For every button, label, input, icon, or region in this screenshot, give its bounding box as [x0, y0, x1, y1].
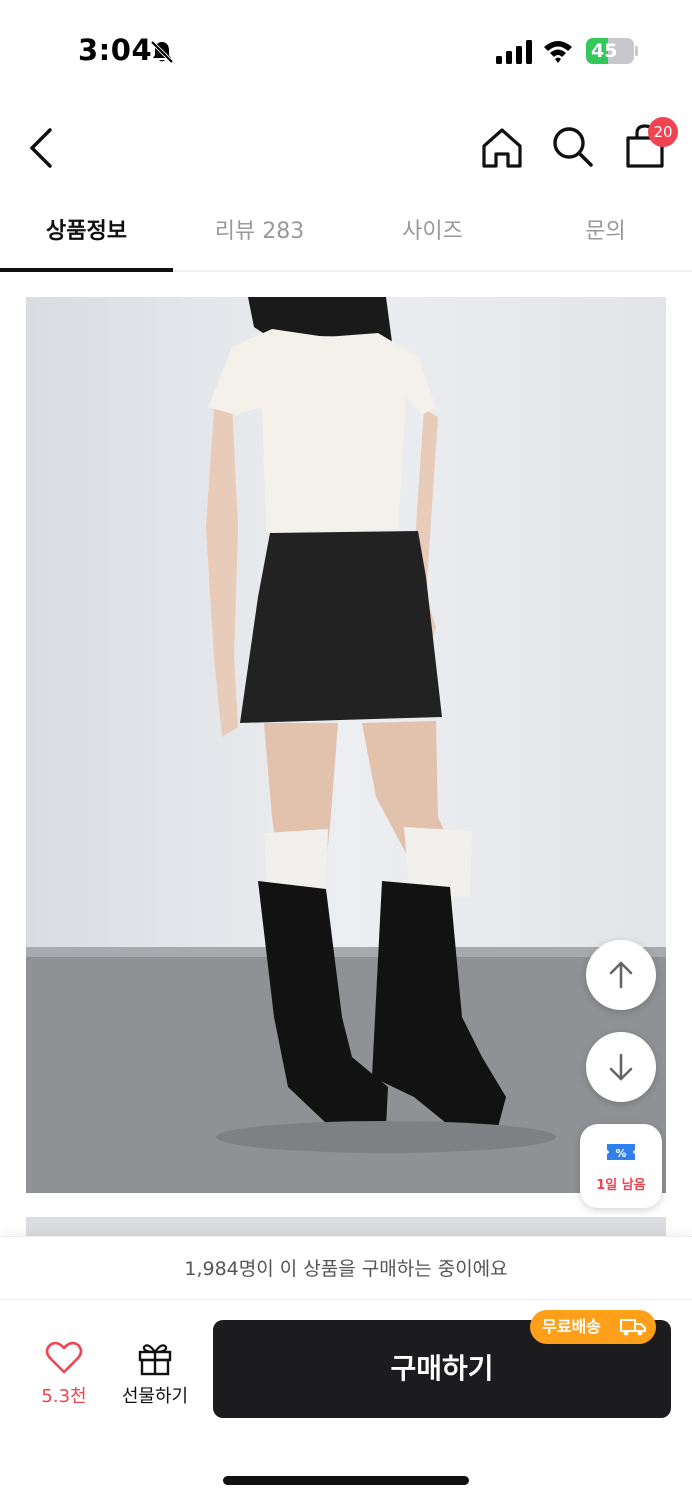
- gift-icon: [138, 1344, 172, 1376]
- bottom-action-bar: 5.3천 선물하기 구매하기 무료배송: [0, 1300, 692, 1500]
- status-bar: 3:04 45: [0, 0, 692, 100]
- back-arrow-icon[interactable]: [22, 122, 62, 174]
- product-photo: [26, 297, 666, 1193]
- tab-inquiry[interactable]: 문의: [519, 196, 692, 270]
- arrow-down-icon: [609, 1053, 633, 1081]
- product-image: [26, 297, 666, 1193]
- wifi-icon: [544, 41, 572, 63]
- free-shipping-label: 무료배송: [542, 1317, 601, 1336]
- search-icon[interactable]: [548, 122, 596, 170]
- cart-count-badge: 20: [648, 117, 678, 147]
- gift-label: 선물하기: [121, 1386, 189, 1407]
- status-time: 3:04: [78, 33, 153, 67]
- buying-notice: 1,984명이 이 상품을 구매하는 중이에요: [0, 1236, 692, 1300]
- like-count: 5.3천: [41, 1386, 87, 1407]
- product-tabs: 상품정보 리뷰 283 사이즈 문의: [0, 196, 692, 272]
- coupon-label: 1일 남음: [596, 1178, 646, 1193]
- coupon-button[interactable]: % 1일 남음: [580, 1124, 662, 1208]
- home-indicator: [223, 1476, 469, 1485]
- signal-icon: [496, 40, 532, 64]
- truck-icon: [620, 1319, 646, 1336]
- svg-text:%: %: [615, 1147, 626, 1160]
- battery-icon: 45: [586, 38, 634, 64]
- bell-off-icon: [150, 40, 174, 64]
- like-button[interactable]: 5.3천: [30, 1338, 98, 1408]
- free-shipping-badge: 무료배송: [530, 1310, 656, 1344]
- gift-button[interactable]: 선물하기: [112, 1338, 198, 1408]
- battery-level: 45: [591, 40, 618, 62]
- tab-product-info[interactable]: 상품정보: [0, 196, 173, 272]
- scroll-down-button[interactable]: [586, 1032, 656, 1102]
- heart-icon: [45, 1341, 83, 1374]
- nav-header: [0, 100, 692, 196]
- home-icon[interactable]: [478, 124, 526, 172]
- scroll-up-button[interactable]: [586, 940, 656, 1010]
- tab-reviews[interactable]: 리뷰 283: [173, 196, 346, 270]
- battery-cap: [635, 46, 638, 56]
- coupon-icon: %: [607, 1144, 635, 1160]
- arrow-up-icon: [609, 961, 633, 989]
- tab-size[interactable]: 사이즈: [346, 196, 519, 270]
